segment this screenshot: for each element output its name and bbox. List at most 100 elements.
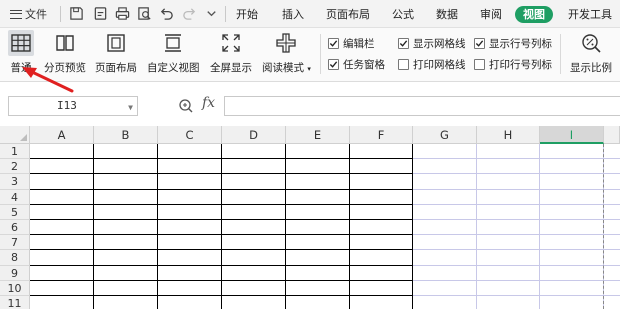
row-header-5[interactable]: 5 [0, 204, 30, 220]
print-icon[interactable] [113, 4, 131, 22]
row-header-4[interactable]: 4 [0, 189, 30, 205]
redo-icon[interactable] [180, 4, 198, 22]
table-border [30, 295, 413, 296]
table-border [93, 144, 94, 309]
gridline [413, 188, 620, 190]
column-header-g[interactable]: G [413, 126, 477, 144]
reading-mode-button[interactable]: 阅读模式 ▾ [262, 30, 311, 76]
checkbox-box [328, 58, 339, 70]
gridline [413, 295, 620, 296]
edit-bar-checkbox[interactable]: 编辑栏 [328, 36, 375, 50]
custom-view-icon [160, 30, 186, 56]
task-pane-checkbox[interactable]: 任务窗格 [328, 57, 385, 71]
checkbox-box [474, 37, 485, 49]
gridline [539, 144, 540, 309]
tab-page-layout[interactable]: 页面布局 [326, 6, 370, 23]
gridline [413, 158, 620, 160]
row-header-9[interactable]: 9 [0, 265, 30, 281]
export-pdf-icon[interactable] [91, 4, 109, 22]
file-menu-button[interactable]: 文件 [10, 5, 47, 23]
tab-formulas[interactable]: 公式 [392, 6, 414, 23]
checkbox-box [328, 37, 339, 49]
title-tab-bar: 文件 开始 插入 页面布局 公式 数据 审阅 视图 开发工具 [0, 0, 620, 28]
column-header-f[interactable]: F [350, 126, 413, 144]
fx-icon[interactable]: fx [202, 95, 215, 111]
column-header-c[interactable]: C [158, 126, 222, 144]
custom-view-label: 自定义视图 [147, 62, 200, 74]
table-border [30, 234, 413, 236]
tab-data[interactable]: 数据 [436, 6, 458, 23]
toolbar-separator [225, 6, 226, 22]
tab-home[interactable]: 开始 [236, 6, 258, 23]
column-header-e[interactable]: E [286, 126, 350, 144]
table-border [30, 249, 413, 251]
custom-view-button[interactable]: 自定义视图 [147, 30, 200, 76]
normal-view-button[interactable]: 普通 [8, 30, 34, 76]
file-menu-label: 文件 [25, 8, 47, 21]
spreadsheet-grid[interactable]: A B C D E F G H I 1 2 3 4 5 6 7 8 9 10 11 [0, 126, 620, 309]
table-border [157, 144, 158, 309]
tab-developer[interactable]: 开发工具 [568, 6, 612, 23]
formula-input[interactable] [224, 96, 620, 116]
column-header-overflow[interactable] [604, 126, 620, 144]
table-border [221, 144, 222, 309]
zoom-in-icon[interactable] [178, 98, 194, 114]
column-header-d[interactable]: D [222, 126, 286, 144]
save-icon[interactable] [67, 4, 85, 22]
print-headings-checkbox[interactable]: 打印行号列标 [474, 57, 552, 71]
show-headings-checkbox[interactable]: 显示行号列标 [474, 36, 552, 50]
name-box[interactable]: I13 ▼ [8, 96, 138, 116]
tab-insert[interactable]: 插入 [282, 6, 304, 23]
checkbox-box [474, 58, 485, 70]
page-layout-label: 页面布局 [95, 62, 137, 74]
zoom-button[interactable]: 显示比例 [570, 30, 612, 76]
zoom-percent-icon [578, 30, 604, 56]
select-all-corner[interactable] [0, 126, 30, 144]
row-header-1[interactable]: 1 [0, 144, 30, 160]
fullscreen-icon [218, 30, 244, 56]
chevron-down-icon[interactable] [202, 4, 220, 22]
row-header-3[interactable]: 3 [0, 174, 30, 190]
column-header-b[interactable]: B [94, 126, 158, 144]
row-header-8[interactable]: 8 [0, 250, 30, 266]
ribbon-separator [320, 34, 321, 74]
table-border [30, 188, 413, 190]
table-border [30, 173, 413, 175]
page-layout-view-button[interactable]: 页面布局 [95, 30, 137, 76]
tab-view[interactable]: 视图 [515, 6, 553, 23]
toolbar-separator [60, 6, 61, 22]
cell-reference: I13 [57, 99, 77, 112]
ribbon-separator [560, 34, 561, 74]
show-gridlines-checkbox[interactable]: 显示网格线 [398, 36, 466, 50]
gridline [476, 144, 477, 309]
crosshair-icon [273, 30, 299, 56]
row-header-6[interactable]: 6 [0, 220, 30, 236]
checkbox-box [398, 37, 409, 49]
table-border [30, 203, 413, 205]
reading-mode-label: 阅读模式 ▾ [262, 62, 311, 74]
print-preview-icon[interactable] [135, 4, 153, 22]
column-header-a[interactable]: A [30, 126, 94, 144]
table-border [30, 219, 413, 220]
column-header-i[interactable]: I [540, 126, 604, 144]
full-screen-button[interactable]: 全屏显示 [210, 30, 252, 76]
table-border [30, 264, 413, 266]
view-ribbon: 普通 分页预览 页面布局 自定义视图 全屏显示 阅读模式 ▾ 编辑栏 任务窗格 … [0, 28, 620, 82]
row-header-11[interactable]: 11 [0, 296, 30, 309]
page-break-preview-button[interactable]: 分页预览 [44, 30, 86, 76]
gridline [413, 173, 620, 175]
gridline [413, 264, 620, 266]
column-header-h[interactable]: H [477, 126, 540, 144]
row-header-10[interactable]: 10 [0, 280, 30, 296]
print-gridlines-checkbox[interactable]: 打印网格线 [398, 57, 466, 71]
page-break-label: 分页预览 [44, 62, 86, 74]
gridline [413, 279, 620, 281]
row-header-7[interactable]: 7 [0, 235, 30, 251]
table-border [349, 144, 350, 309]
page-break-icon [52, 30, 78, 56]
page-break-line [603, 144, 604, 309]
row-header-2[interactable]: 2 [0, 159, 30, 175]
tab-review[interactable]: 审阅 [480, 6, 502, 23]
undo-icon[interactable] [157, 4, 175, 22]
zoom-label: 显示比例 [570, 62, 612, 74]
